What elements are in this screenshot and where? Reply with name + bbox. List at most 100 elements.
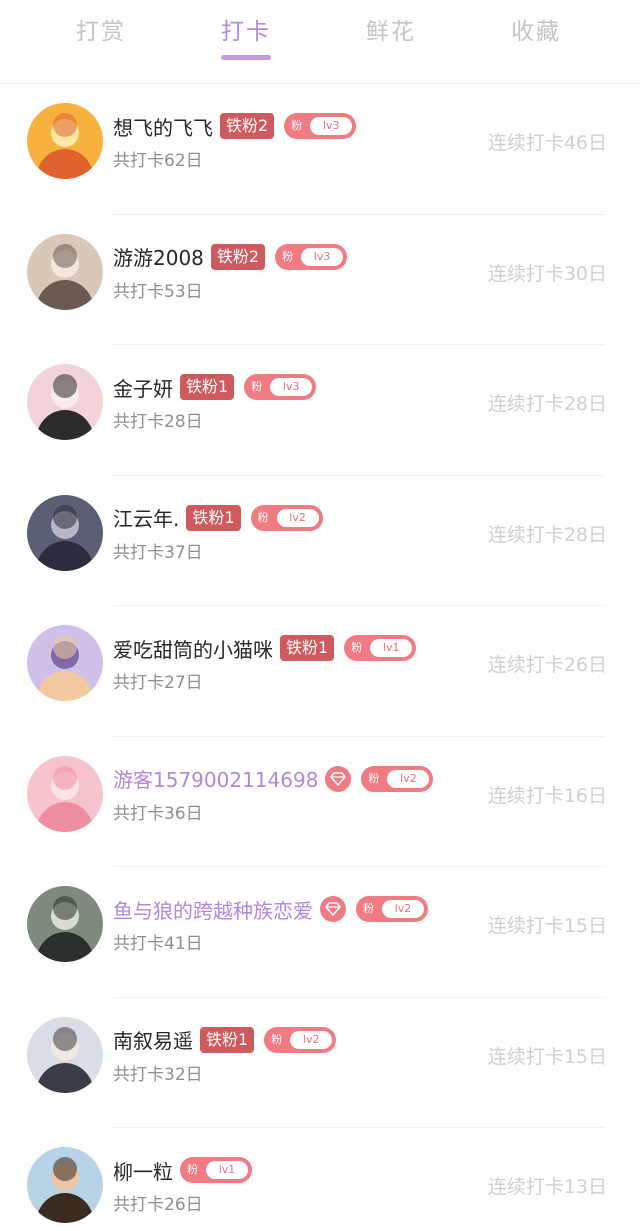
fan-level-text: lv2 xyxy=(302,1032,320,1046)
streak-days: 连续打卡46日 xyxy=(487,132,607,154)
fan-badge-label: 粉 xyxy=(187,1163,198,1176)
avatar-image xyxy=(27,886,103,962)
avatar-image xyxy=(27,1147,103,1223)
total-checkin-days: 共打卡26日 xyxy=(113,1195,203,1215)
diamond-icon xyxy=(320,896,346,922)
avatar[interactable] xyxy=(27,364,103,440)
avatar[interactable] xyxy=(27,103,103,179)
iron-fan-badge: 铁粉2 xyxy=(220,113,275,139)
fan-badge-label: 粉 xyxy=(282,249,294,263)
diamond-icon xyxy=(325,765,352,792)
streak-days: 连续打卡26日 xyxy=(487,654,607,676)
fan-level-badge: 粉 lv2 xyxy=(361,765,434,792)
avatar-image xyxy=(27,494,103,571)
fan-badge-label: 粉 xyxy=(351,641,363,654)
iron-fan-badge: 铁粉1 xyxy=(200,1026,255,1053)
iron-fan-badge: 铁粉1 xyxy=(280,635,335,661)
list-item[interactable]: 柳一粒 粉 lv1 共打卡26日 连续打卡13日 xyxy=(0,1128,640,1231)
streak-days: 连续打卡16日 xyxy=(487,784,607,807)
streak-days: 连续打卡15日 xyxy=(487,915,607,937)
user-info-line: 金子妍 铁粉1 粉 lv3 xyxy=(113,372,317,402)
fan-level-badge: 粉 lv3 xyxy=(284,113,357,139)
fan-level-text: lv3 xyxy=(322,119,340,132)
avatar-image xyxy=(27,625,103,701)
user-info-line: 爱吃甜筒的小猫咪 铁粉1 粉 lv1 xyxy=(113,633,417,663)
user-name[interactable]: 金子妍 xyxy=(113,373,173,402)
fan-badge-label: 粉 xyxy=(291,119,303,132)
fan-badge-label: 粉 xyxy=(368,771,380,785)
fan-level-text: lv2 xyxy=(400,771,417,785)
avatar-image xyxy=(27,233,103,310)
user-name[interactable]: 南叙易遥 xyxy=(113,1025,193,1054)
fan-level-badge: 粉 lv1 xyxy=(344,635,417,661)
iron-fan-badge: 铁粉1 xyxy=(180,374,235,400)
tab-tip[interactable]: 打赏 xyxy=(51,12,151,46)
avatar[interactable] xyxy=(27,625,103,701)
fan-level-badge: 粉 lv2 xyxy=(264,1026,337,1053)
list-item[interactable]: 南叙易遥 铁粉1 粉 lv2 共打卡32日 连续打卡15日 xyxy=(0,998,640,1129)
streak-days: 连续打卡13日 xyxy=(487,1176,607,1198)
avatar-image xyxy=(27,1016,103,1093)
user-info-line: 鱼与狼的跨越种族恋爱 粉 lv2 xyxy=(113,894,428,924)
total-checkin-days: 共打卡41日 xyxy=(113,934,203,954)
avatar[interactable] xyxy=(27,886,103,962)
avatar-image xyxy=(27,755,103,832)
fan-level-text: lv2 xyxy=(394,902,412,915)
user-name[interactable]: 柳一粒 xyxy=(113,1156,173,1185)
iron-fan-badge: 铁粉1 xyxy=(186,504,241,531)
user-info-line: 游客1579002114698 粉 lv2 xyxy=(113,764,434,794)
avatar[interactable] xyxy=(27,1147,103,1223)
total-checkin-days: 共打卡28日 xyxy=(113,412,203,432)
streak-days: 连续打卡28日 xyxy=(487,523,607,546)
tab-flowers[interactable]: 鲜花 xyxy=(341,12,441,46)
fan-level-text: lv1 xyxy=(218,1163,236,1176)
fan-level-text: lv2 xyxy=(289,510,306,524)
fan-level-badge: 粉 lv2 xyxy=(250,504,323,531)
user-info-line: 想飞的飞飞 铁粉2 粉 lv3 xyxy=(113,111,357,141)
fan-level-badge: 粉 lv3 xyxy=(275,243,348,270)
user-name[interactable]: 游游2008 xyxy=(113,242,204,271)
fan-badge-label: 粉 xyxy=(271,1032,283,1046)
list-item[interactable]: 鱼与狼的跨越种族恋爱 粉 lv2 共打卡41日 连续打卡15日 xyxy=(0,867,640,998)
user-info-line: 江云年. 铁粉1 粉 lv2 xyxy=(113,503,323,533)
avatar[interactable] xyxy=(27,494,103,571)
user-name[interactable]: 江云年. xyxy=(113,503,179,532)
streak-days: 连续打卡30日 xyxy=(487,262,607,285)
list-item[interactable]: 游客1579002114698 粉 lv2 共打卡36日 连续打卡16日 xyxy=(0,737,640,868)
user-name[interactable]: 想飞的飞飞 xyxy=(113,112,213,141)
fan-badge-label: 粉 xyxy=(363,902,374,915)
avatar[interactable] xyxy=(27,1016,103,1093)
tab-bar: 打赏 打卡 鲜花 收藏 xyxy=(0,0,640,84)
list-item[interactable]: 金子妍 铁粉1 粉 lv3 共打卡28日 连续打卡28日 xyxy=(0,345,640,476)
total-checkin-days: 共打卡53日 xyxy=(113,281,203,302)
tab-favorites[interactable]: 收藏 xyxy=(486,12,586,46)
fan-level-badge: 粉 lv1 xyxy=(180,1157,252,1183)
total-checkin-days: 共打卡37日 xyxy=(113,542,203,563)
avatar[interactable] xyxy=(27,233,103,310)
streak-days: 连续打卡15日 xyxy=(487,1045,607,1068)
avatar-image xyxy=(27,103,103,179)
avatar[interactable] xyxy=(27,755,103,832)
fan-level-text: lv3 xyxy=(282,380,300,393)
list-item[interactable]: 想飞的飞飞 铁粉2 粉 lv3 共打卡62日 连续打卡46日 xyxy=(0,84,640,215)
total-checkin-days: 共打卡27日 xyxy=(113,673,203,693)
tab-checkin[interactable]: 打卡 xyxy=(196,12,296,46)
user-info-line: 柳一粒 粉 lv1 xyxy=(113,1155,252,1185)
user-name[interactable]: 游客1579002114698 xyxy=(113,764,318,793)
list-item[interactable]: 爱吃甜筒的小猫咪 铁粉1 粉 lv1 共打卡27日 连续打卡26日 xyxy=(0,606,640,737)
fan-badge-label: 粉 xyxy=(251,380,263,393)
active-tab-indicator xyxy=(221,55,271,60)
total-checkin-days: 共打卡32日 xyxy=(113,1064,203,1085)
total-checkin-days: 共打卡62日 xyxy=(113,151,203,171)
user-name[interactable]: 鱼与狼的跨越种族恋爱 xyxy=(113,895,313,924)
total-checkin-days: 共打卡36日 xyxy=(113,803,203,824)
list-item[interactable]: 江云年. 铁粉1 粉 lv2 共打卡37日 连续打卡28日 xyxy=(0,476,640,607)
iron-fan-badge: 铁粉2 xyxy=(210,243,266,270)
checkin-list: 想飞的飞飞 铁粉2 粉 lv3 共打卡62日 连续打卡46日 游游2008 铁粉2 粉… xyxy=(0,84,640,1231)
fan-level-badge: 粉 lv3 xyxy=(244,374,317,400)
streak-days: 连续打卡28日 xyxy=(487,393,607,415)
fan-level-text: lv3 xyxy=(313,249,331,263)
avatar-image xyxy=(27,364,103,440)
list-item[interactable]: 游游2008 铁粉2 粉 lv3 共打卡53日 连续打卡30日 xyxy=(0,215,640,346)
user-name[interactable]: 爱吃甜筒的小猫咪 xyxy=(113,634,273,663)
